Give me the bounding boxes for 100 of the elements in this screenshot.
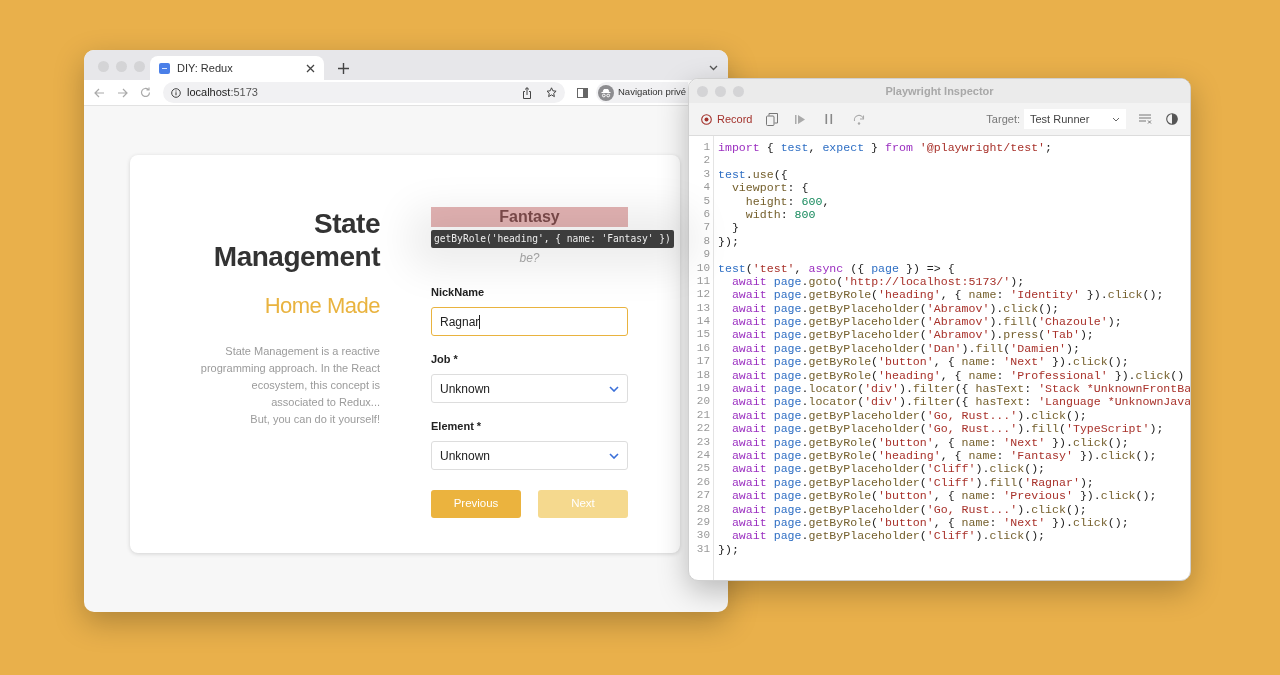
line-number: 29: [696, 515, 710, 530]
side-panel-icon[interactable]: [577, 87, 588, 98]
chevron-down-icon: [609, 385, 619, 392]
code-line: });: [718, 234, 740, 249]
code-line: await page.getByPlaceholder('Cliff').click();: [730, 462, 1047, 476]
line-number: 7: [703, 221, 710, 235]
target-select[interactable]: Test Runner: [1024, 109, 1126, 129]
profile-chip[interactable]: Navigation privé: [596, 82, 689, 103]
line-number: 27: [696, 489, 710, 503]
code-line: await page.getByPlaceholder('Abramov').click();: [730, 301, 1060, 316]
select-field[interactable]: Unknown: [431, 441, 628, 470]
line-number: 22: [696, 422, 710, 436]
close-icon[interactable]: [306, 63, 315, 73]
line-number: 3: [703, 167, 710, 182]
field-label: NickName: [431, 286, 486, 299]
step-subtitle: be?: [518, 251, 541, 266]
line-number: 23: [696, 435, 710, 449]
reload-icon[interactable]: [140, 87, 151, 98]
line-number: 28: [696, 502, 710, 516]
line-number: 4: [703, 181, 710, 195]
code-line: await page.getByRole('button', { name: 'Next' }).click();: [730, 435, 1130, 449]
line-number: 19: [696, 382, 710, 396]
step-heading: Fantasy: [431, 207, 628, 227]
code-line: await page.getByRole('button', { name: 'Previous' }).click();: [730, 489, 1158, 503]
code-line: await page.getByRole('heading', { name: 'Fantasy' }).click();: [730, 449, 1158, 463]
tab-title: DIY: Redux: [177, 60, 234, 76]
line-number: 15: [696, 328, 710, 342]
line-number: 21: [696, 408, 710, 423]
code-line: await page.getByRole('button', { name: 'Next' }).click();: [730, 355, 1130, 369]
line-number: 1: [703, 141, 710, 155]
line-number: 16: [696, 341, 710, 356]
code-line: await page.goto('http://localhost:5173/');: [730, 274, 1026, 289]
line-number: 8: [703, 234, 710, 249]
line-number: 14: [696, 315, 710, 329]
line-number: 31: [696, 542, 710, 557]
line-number: 25: [696, 462, 710, 476]
back-icon[interactable]: [94, 87, 105, 98]
record-icon: [701, 113, 712, 125]
pause-icon[interactable]: [825, 114, 834, 124]
url-text: localhost:5173: [187, 85, 259, 101]
code-line: test.use({: [718, 167, 789, 182]
chevron-down-icon: [1112, 116, 1120, 122]
line-number: 18: [696, 368, 710, 383]
code-line: }: [730, 221, 740, 235]
resume-icon[interactable]: [795, 113, 807, 125]
chevron-down-icon[interactable]: [709, 65, 718, 71]
line-number: 9: [703, 248, 710, 262]
code-line: await page.getByPlaceholder('Dan').fill('Damien');: [730, 341, 1081, 356]
share-icon[interactable]: [522, 86, 532, 99]
code-line: height: 600,: [744, 194, 831, 208]
step-over-icon[interactable]: [853, 113, 866, 125]
line-number: 30: [696, 529, 710, 543]
info-icon[interactable]: [171, 87, 181, 98]
code-line: });: [718, 542, 740, 557]
copy-icon[interactable]: [766, 112, 779, 126]
contrast-icon[interactable]: [1166, 113, 1178, 125]
line-number: 24: [696, 449, 710, 463]
code-line: await page.getByPlaceholder('Go, Rust...').click();: [730, 502, 1088, 516]
line-number: 6: [703, 207, 710, 222]
star-icon[interactable]: [546, 87, 557, 98]
line-number: 5: [703, 194, 710, 208]
line-number: 12: [696, 288, 710, 302]
code-line: await page.locator('div').filter({ hasText: 'Stack *UnknownFrontBa: [730, 382, 1190, 396]
code-line: await page.getByPlaceholder('Cliff').click();: [730, 529, 1047, 543]
window-title: Playwright Inspector: [885, 83, 994, 99]
clear-icon[interactable]: [1139, 114, 1152, 124]
record-button[interactable]: Record: [701, 110, 753, 128]
text-input[interactable]: Ragnar: [431, 307, 628, 336]
forward-icon[interactable]: [117, 87, 128, 98]
line-number: 2: [703, 154, 710, 168]
field-label: Job *: [431, 353, 459, 366]
field-label: Element *: [431, 420, 483, 433]
profile-label: Navigation privé: [618, 85, 687, 100]
code-line: width: 800: [744, 207, 817, 222]
code-line: await page.getByRole('heading', { name: 'Professional' }).click(): [730, 368, 1186, 383]
browser-tab[interactable]: DIY: Redux: [150, 56, 324, 80]
code-line: await page.getByPlaceholder('Go, Rust...').fill('TypeScript');: [730, 422, 1165, 436]
code-line: await page.getByPlaceholder('Abramov').press('Tab');: [730, 328, 1095, 342]
line-number: 20: [696, 395, 710, 409]
line-number: 17: [696, 355, 710, 369]
incognito-icon: [598, 84, 614, 101]
code-line: await page.locator('div').filter({ hasText: 'Language *UnknownJava: [730, 395, 1190, 409]
subtitle: Home Made: [264, 293, 380, 319]
code-line: await page.getByPlaceholder('Cliff').fill('Ragnar');: [730, 475, 1095, 490]
select-field[interactable]: Unknown: [431, 374, 628, 403]
page-title: Management: [213, 240, 380, 273]
code-line: viewport: {: [730, 181, 810, 195]
code-line: await page.getByRole('button', { name: 'Next' }).click();: [730, 515, 1130, 530]
line-number: 10: [696, 261, 710, 275]
line-number: 26: [696, 475, 710, 490]
code-line: await page.getByPlaceholder('Abramov').fill('Chazoule');: [730, 315, 1123, 329]
line-number: 13: [696, 301, 710, 316]
target-label: Target:: [986, 111, 1020, 127]
favicon-icon: [159, 62, 170, 74]
new-tab-icon[interactable]: [338, 63, 349, 74]
page-title: State: [314, 207, 380, 240]
code-line: import { test, expect } from '@playwright/test';: [718, 141, 1053, 155]
address-bar[interactable]: localhost:5173: [163, 82, 565, 103]
chevron-down-icon: [609, 452, 619, 459]
line-number: 11: [696, 274, 710, 289]
